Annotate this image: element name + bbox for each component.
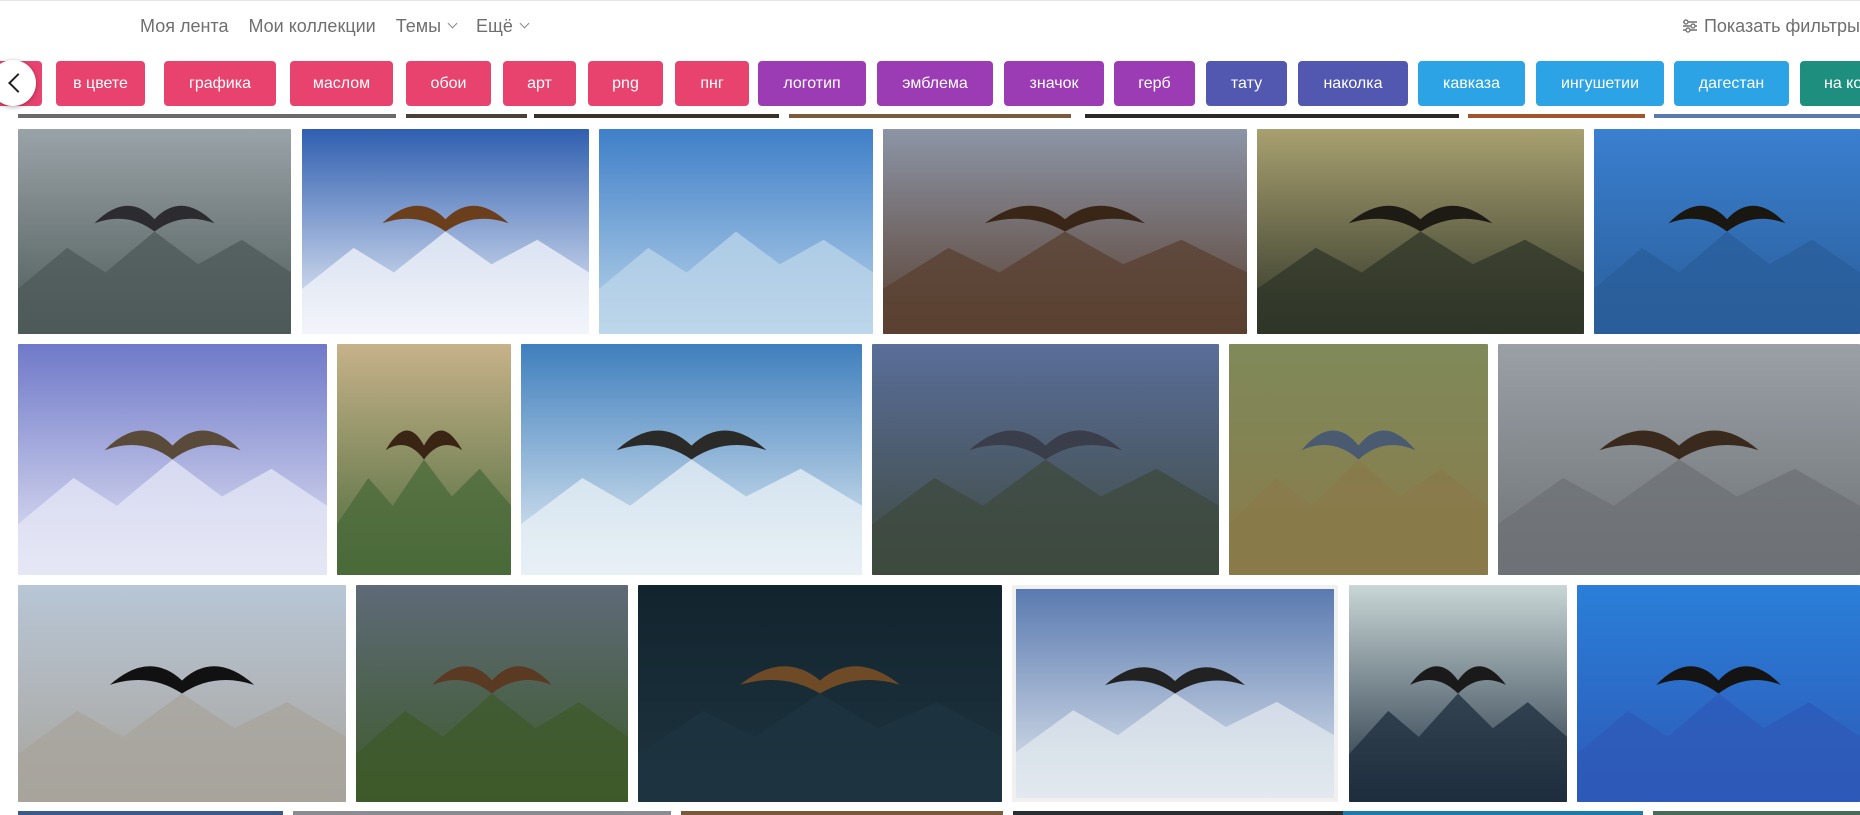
eagle-winter-forest[interactable] bbox=[521, 344, 862, 575]
tag-label: дагестан bbox=[1698, 74, 1765, 92]
image-strip bbox=[406, 114, 527, 118]
tag-label: в цвете bbox=[73, 74, 128, 92]
image-strip bbox=[1013, 811, 1343, 815]
tag-chip[interactable]: маслом bbox=[290, 61, 393, 106]
golden-eagle-painting-picture bbox=[302, 129, 589, 334]
eagle-blue-sky-picture bbox=[1594, 129, 1860, 334]
eagle-over-cliffs[interactable] bbox=[1257, 129, 1584, 334]
eagle-statue-sunset-picture bbox=[872, 344, 1219, 575]
tag-label: ингушетии bbox=[1560, 74, 1639, 92]
tag-label: арт bbox=[527, 74, 552, 92]
image-strip bbox=[789, 114, 1071, 118]
top-nav: Моя лента Мои коллекции Темы Ещё bbox=[140, 12, 530, 40]
snowy-peak-bird-picture bbox=[1016, 589, 1334, 798]
hawk-snowy-mountain-picture bbox=[18, 344, 327, 575]
eagle-winter-forest-picture bbox=[521, 344, 862, 575]
tag-label: значок bbox=[1029, 74, 1079, 92]
tag-chip[interactable]: логотип bbox=[758, 61, 866, 106]
tag-label: обои bbox=[430, 74, 467, 92]
eagle-chain-storm[interactable] bbox=[356, 585, 628, 802]
tag-chip[interactable]: кавказа bbox=[1418, 61, 1525, 106]
image-strip bbox=[1653, 811, 1860, 815]
tag-label: герб bbox=[1138, 74, 1171, 92]
image-strip bbox=[1654, 114, 1860, 118]
image-strip bbox=[681, 811, 1003, 815]
golden-eagle-painting[interactable] bbox=[302, 129, 589, 334]
tag-chip[interactable]: обои bbox=[406, 61, 491, 106]
nav-more[interactable]: Ещё bbox=[476, 15, 530, 37]
eagle-blue-lake[interactable] bbox=[1577, 585, 1860, 802]
eagle-blue-lake-picture bbox=[1577, 585, 1860, 802]
nav-themes-label: Темы bbox=[395, 15, 442, 36]
tag-label: логотип bbox=[783, 74, 841, 92]
bald-eagle-forest-sunset-picture bbox=[337, 344, 511, 575]
tag-chip[interactable]: тату bbox=[1206, 61, 1287, 106]
mountain-lake-reflection-picture bbox=[599, 129, 873, 334]
tag-chip[interactable]: ингушетии bbox=[1536, 61, 1664, 106]
hawk-snowy-mountain[interactable] bbox=[18, 344, 327, 575]
tag-chip[interactable]: дагестан bbox=[1674, 61, 1789, 106]
tag-label: эмблема bbox=[902, 74, 968, 92]
sea-eagle-landing-picture bbox=[1229, 344, 1488, 575]
eagle-over-cliffs-picture bbox=[1257, 129, 1584, 334]
chevron-down-icon bbox=[447, 18, 458, 29]
tag-chip[interactable]: эмблема bbox=[877, 61, 993, 106]
tag-chip[interactable]: значок bbox=[1004, 61, 1104, 106]
black-bird-dolomites[interactable] bbox=[18, 585, 346, 802]
bald-eagle-dark-background[interactable] bbox=[638, 585, 1002, 802]
black-bird-dolomites-picture bbox=[18, 585, 346, 802]
bald-eagle-dark-background-picture bbox=[638, 585, 1002, 802]
mountain-lake-reflection[interactable] bbox=[599, 129, 873, 334]
tag-label: кавказа bbox=[1442, 74, 1501, 92]
tag-label: png bbox=[612, 74, 639, 92]
tag-chip[interactable]: png bbox=[588, 61, 663, 106]
tag-label: на ко bbox=[1824, 74, 1860, 92]
top-border bbox=[0, 0, 1860, 1]
eagle-spread-wings-picture bbox=[883, 129, 1247, 334]
show-filters-label: Показать фильтры bbox=[1703, 15, 1860, 36]
eagle-flying-mountains-picture bbox=[18, 129, 291, 334]
eagle-gliding-blur-picture bbox=[1498, 344, 1860, 575]
nav-themes[interactable]: Темы bbox=[395, 15, 458, 37]
tag-row: в цвете графика маслом обои арт png пнг … bbox=[0, 61, 1860, 106]
snowy-peak-bird[interactable] bbox=[1012, 585, 1338, 802]
tag-chip[interactable]: арт bbox=[503, 61, 576, 106]
image-strip bbox=[1468, 114, 1645, 118]
tag-label: пнг bbox=[700, 74, 724, 92]
image-strip bbox=[18, 114, 396, 118]
chevron-left-icon bbox=[8, 73, 28, 93]
eagle-statue-sunset[interactable] bbox=[872, 344, 1219, 575]
eagle-chain-storm-picture bbox=[356, 585, 628, 802]
tag-chip[interactable]: в цвете bbox=[56, 61, 145, 106]
misty-forest-bird-picture bbox=[1349, 585, 1567, 802]
tag-chip[interactable]: наколка bbox=[1298, 61, 1408, 106]
tag-label: маслом bbox=[312, 74, 371, 92]
eagle-spread-wings[interactable] bbox=[883, 129, 1247, 334]
sea-eagle-landing[interactable] bbox=[1229, 344, 1488, 575]
eagle-flying-mountains[interactable] bbox=[18, 129, 291, 334]
tag-chip[interactable]: пнг bbox=[675, 61, 749, 106]
bald-eagle-forest-sunset[interactable] bbox=[337, 344, 511, 575]
show-filters-button[interactable]: Показать фильтры bbox=[1682, 12, 1860, 40]
image-strip bbox=[1085, 114, 1459, 118]
image-strip bbox=[293, 811, 671, 815]
image-strip bbox=[1343, 811, 1643, 815]
tag-label: тату bbox=[1230, 74, 1263, 92]
chevron-down-icon bbox=[519, 18, 530, 29]
tag-chip[interactable]: герб bbox=[1114, 61, 1195, 106]
eagle-blue-sky[interactable] bbox=[1594, 129, 1860, 334]
nav-feed[interactable]: Моя лента bbox=[140, 16, 228, 37]
tag-chip[interactable]: графика bbox=[164, 61, 276, 106]
nav-collections[interactable]: Мои коллекции bbox=[248, 16, 375, 37]
nav-more-label: Ещё bbox=[476, 15, 513, 36]
sliders-icon bbox=[1682, 19, 1697, 33]
tag-chip[interactable]: на ко bbox=[1800, 61, 1860, 106]
image-strip bbox=[18, 811, 283, 815]
tag-label: графика bbox=[189, 74, 251, 92]
misty-forest-bird[interactable] bbox=[1349, 585, 1567, 802]
image-strip bbox=[534, 114, 779, 118]
eagle-gliding-blur[interactable] bbox=[1498, 344, 1860, 575]
tag-label: наколка bbox=[1323, 74, 1383, 92]
